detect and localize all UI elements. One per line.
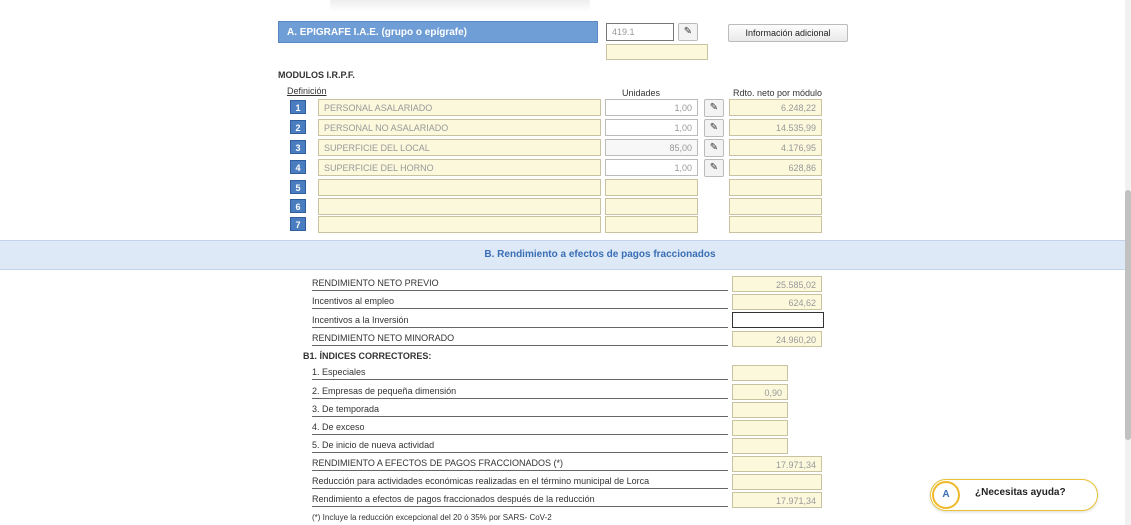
definicion-field: PERSONAL NO ASALARIADO (318, 119, 601, 136)
pencil-icon: ✎ (709, 102, 719, 113)
unidades-field[interactable]: 1,00 (605, 159, 698, 176)
rdto-field (729, 179, 822, 196)
unidades-field[interactable]: 85,00 (605, 139, 698, 156)
unidades-edit-button[interactable]: ✎ (704, 99, 724, 117)
definicion-field: PERSONAL ASALARIADO (318, 99, 601, 116)
help-logo-icon[interactable]: A (932, 481, 960, 509)
footnote: (*) Incluye la reducción excepcional del… (312, 513, 552, 522)
indice-label: 2. Empresas de pequeña dimensión (312, 386, 728, 399)
incentivos-inversion-label: Incentivos a la Inversión (312, 315, 728, 328)
pencil-icon: ✎ (709, 122, 719, 133)
rendimiento-neto-minorado-label: RENDIMIENTO NETO MINORADO (312, 333, 728, 346)
definicion-field (318, 179, 601, 196)
unidades-field[interactable]: 1,00 (605, 119, 698, 136)
top-tab-fade (330, 0, 590, 12)
epigrafe-input[interactable]: 419.1 (606, 23, 674, 41)
section-a-header: A. EPIGRAFE I.A.E. (grupo o epígrafe) (278, 21, 598, 43)
rdto-field (729, 216, 822, 233)
epigrafe-edit-button[interactable]: ✎ (678, 23, 698, 41)
row-number: 2 (290, 120, 306, 134)
rendimiento-neto-previo-label: RENDIMIENTO NETO PREVIO (312, 278, 728, 291)
indice-field (732, 420, 788, 436)
row-number: 1 (290, 100, 306, 114)
indice-label: 4. De exceso (312, 422, 728, 435)
help-label[interactable]: ¿Necesitas ayuda? (975, 487, 1066, 498)
modulos-heading: MODULOS I.R.P.F. (278, 70, 355, 80)
unidades-field[interactable]: 1,00 (605, 99, 698, 116)
rendimiento-efectos-label: RENDIMIENTO A EFECTOS DE PAGOS FRACCIONA… (312, 458, 728, 471)
rendimiento-efectos-field: 17.971,34 (732, 456, 822, 472)
incentivos-empleo-label: Incentivos al empleo (312, 296, 728, 309)
indice-field (732, 402, 788, 418)
epigrafe-description-field (606, 44, 708, 60)
scrollbar-thumb[interactable] (1125, 190, 1131, 440)
indices-correctores-heading: B1. ÍNDICES CORRECTORES: (303, 351, 432, 361)
row-number: 4 (290, 160, 306, 174)
col-unidades: Unidades (622, 88, 661, 98)
unidades-field (605, 216, 698, 233)
row-number: 7 (290, 217, 306, 231)
rdto-field: 14.535,99 (729, 119, 822, 136)
reduccion-lorca-field (732, 474, 822, 490)
unidades-field (605, 179, 698, 196)
unidades-edit-button[interactable]: ✎ (704, 139, 724, 157)
rendimiento-despues-field: 17.971,34 (732, 492, 822, 508)
indice-label: 1. Especiales (312, 367, 728, 380)
indice-label: 5. De inicio de nueva actividad (312, 440, 728, 453)
row-number: 5 (290, 180, 306, 194)
indice-field (732, 438, 788, 454)
row-number: 3 (290, 140, 306, 154)
unidades-edit-button[interactable]: ✎ (704, 119, 724, 137)
rdto-field: 4.176,95 (729, 139, 822, 156)
incentivos-inversion-input[interactable] (732, 312, 824, 328)
indice-field (732, 365, 788, 381)
definicion-field (318, 216, 601, 233)
pencil-icon: ✎ (709, 142, 719, 153)
rdto-field (729, 198, 822, 215)
pencil-icon: ✎ (683, 26, 693, 37)
unidades-edit-button[interactable]: ✎ (704, 159, 724, 177)
rendimiento-neto-minorado-field: 24.960,20 (732, 331, 822, 347)
section-b-title: B. Rendimiento a efectos de pagos fracci… (484, 249, 716, 260)
row-number: 6 (290, 199, 306, 213)
rendimiento-despues-label: Rendimiento a efectos de pagos fracciona… (312, 494, 728, 507)
col-definicion: Definición (287, 86, 327, 96)
definicion-field: SUPERFICIE DEL HORNO (318, 159, 601, 176)
incentivos-empleo-field: 624,62 (732, 294, 822, 310)
definicion-field (318, 198, 601, 215)
unidades-field (605, 198, 698, 215)
rdto-field: 6.248,22 (729, 99, 822, 116)
definicion-field: SUPERFICIE DEL LOCAL (318, 139, 601, 156)
indice-field: 0,90 (732, 384, 788, 400)
info-adicional-button[interactable]: Información adicional (728, 24, 848, 42)
col-rdto: Rdto. neto por módulo (733, 88, 823, 98)
pencil-icon: ✎ (709, 162, 719, 173)
reduccion-lorca-label: Reducción para actividades económicas re… (312, 476, 728, 489)
rendimiento-neto-previo-field: 25.585,02 (732, 276, 822, 292)
indice-label: 3. De temporada (312, 404, 728, 417)
rdto-field: 628,86 (729, 159, 822, 176)
